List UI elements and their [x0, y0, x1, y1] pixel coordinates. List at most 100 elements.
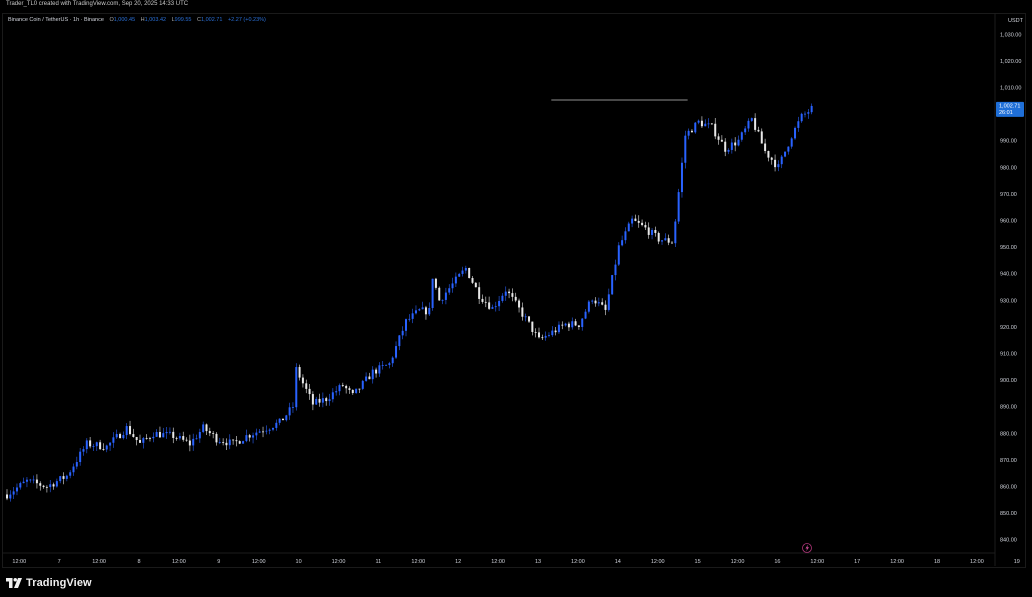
- time-tick-label: 11: [376, 559, 382, 565]
- time-tick-label: 12: [455, 559, 461, 565]
- time-axis[interactable]: 12:00 7 12:00 8 12:00 9 12:00 10 12:00 11 12:00 12 1…: [12, 559, 1032, 565]
- candle-body: [498, 300, 501, 307]
- candle-body: [365, 376, 368, 381]
- candle-body: [408, 318, 411, 320]
- candle-body: [574, 321, 577, 326]
- candle-body: [298, 367, 301, 378]
- candle-body: [232, 439, 235, 441]
- candle-body: [218, 442, 221, 443]
- time-tick-label: 12:00: [491, 559, 505, 565]
- candle-body: [49, 484, 52, 488]
- candle-body: [335, 391, 338, 393]
- candle-body: [391, 357, 394, 364]
- candle-body: [637, 220, 640, 223]
- candle-body: [418, 309, 421, 311]
- candle-body: [511, 293, 514, 297]
- candle-body: [125, 426, 128, 436]
- candle-body: [561, 324, 564, 326]
- candle-body: [508, 291, 511, 294]
- candle-body: [491, 307, 494, 309]
- time-tick-label: 7: [58, 559, 61, 565]
- time-tick-label: 8: [137, 559, 140, 565]
- last-price-value: 1,002.71: [999, 103, 1020, 109]
- candle-body: [129, 426, 132, 435]
- candle-body: [710, 123, 713, 125]
- price-tick-label: 970.00: [1000, 192, 1017, 198]
- candle-body: [544, 335, 547, 338]
- candle-body: [225, 442, 228, 446]
- candle-body: [388, 363, 391, 365]
- candle-body: [737, 139, 740, 146]
- time-tick-label: 12:00: [970, 559, 984, 565]
- chart-canvas[interactable]: 840.00 850.00 860.00 870.00 880.00 890.00 900.…: [0, 0, 1032, 597]
- candle-body: [584, 311, 587, 319]
- time-tick-label: 10: [296, 559, 302, 565]
- candle-body: [441, 299, 444, 301]
- candle-body: [375, 369, 378, 374]
- candle-body: [132, 434, 135, 437]
- candle-body: [168, 431, 171, 433]
- candle-body: [45, 486, 48, 488]
- time-tick-label: 12:00: [411, 559, 425, 565]
- candle-body: [22, 481, 25, 484]
- candle-body: [654, 229, 657, 233]
- candle-body: [9, 494, 12, 499]
- candle-body: [501, 295, 504, 301]
- candle-body: [255, 432, 258, 436]
- candle-body: [454, 276, 457, 284]
- candle-body: [401, 330, 404, 336]
- candle-body: [700, 120, 703, 127]
- candle-body: [285, 415, 288, 421]
- candle-body: [551, 330, 554, 336]
- candle-body: [258, 431, 261, 433]
- time-tick-label: 15: [695, 559, 701, 565]
- candle-body: [295, 367, 298, 408]
- candle-body: [69, 472, 72, 476]
- candle-body: [757, 129, 760, 132]
- candle-body: [252, 435, 255, 438]
- candle-body: [278, 418, 281, 423]
- candle-body: [398, 335, 401, 347]
- candle-body: [667, 238, 670, 243]
- time-tick-label: 12:00: [252, 559, 266, 565]
- candle-body: [162, 433, 165, 438]
- candle-body: [272, 427, 274, 430]
- candle-body: [208, 431, 211, 434]
- candle-body: [321, 398, 324, 403]
- candle-body: [807, 112, 810, 114]
- candle-body: [780, 156, 783, 165]
- time-tick-label: 12:00: [651, 559, 665, 565]
- time-tick-label: 12:00: [810, 559, 824, 565]
- candle-body: [351, 389, 354, 394]
- candle-body: [547, 335, 550, 336]
- candle-body: [577, 325, 580, 327]
- candle-body: [421, 307, 424, 310]
- price-tick-label: 990.00: [1000, 139, 1017, 145]
- candle-body: [142, 438, 145, 443]
- candle-countdown: 26:01: [999, 110, 1013, 116]
- candle-body: [724, 141, 727, 152]
- candle-body: [734, 142, 737, 146]
- candle-body: [185, 439, 188, 441]
- candle-body: [581, 318, 584, 327]
- candle-body: [29, 479, 32, 481]
- time-tick-label: 16: [774, 559, 780, 565]
- candle-body: [784, 151, 787, 157]
- candle-body: [75, 462, 78, 467]
- candle-body: [42, 485, 45, 487]
- candle-body: [514, 296, 517, 301]
- candle-body: [774, 159, 777, 168]
- candle-body: [680, 162, 683, 193]
- time-tick-label: 17: [854, 559, 860, 565]
- candle-body: [378, 365, 381, 374]
- candle-body: [790, 138, 793, 147]
- candle-body: [587, 301, 590, 312]
- currency-label: USDT: [1008, 18, 1024, 24]
- candle-body: [431, 278, 434, 308]
- candle-body: [794, 127, 797, 139]
- candle-body: [554, 330, 557, 333]
- price-tick-label: 950.00: [1000, 245, 1017, 251]
- lightning-icon[interactable]: [802, 543, 812, 553]
- candle-body: [152, 436, 155, 439]
- candle-body: [268, 429, 271, 431]
